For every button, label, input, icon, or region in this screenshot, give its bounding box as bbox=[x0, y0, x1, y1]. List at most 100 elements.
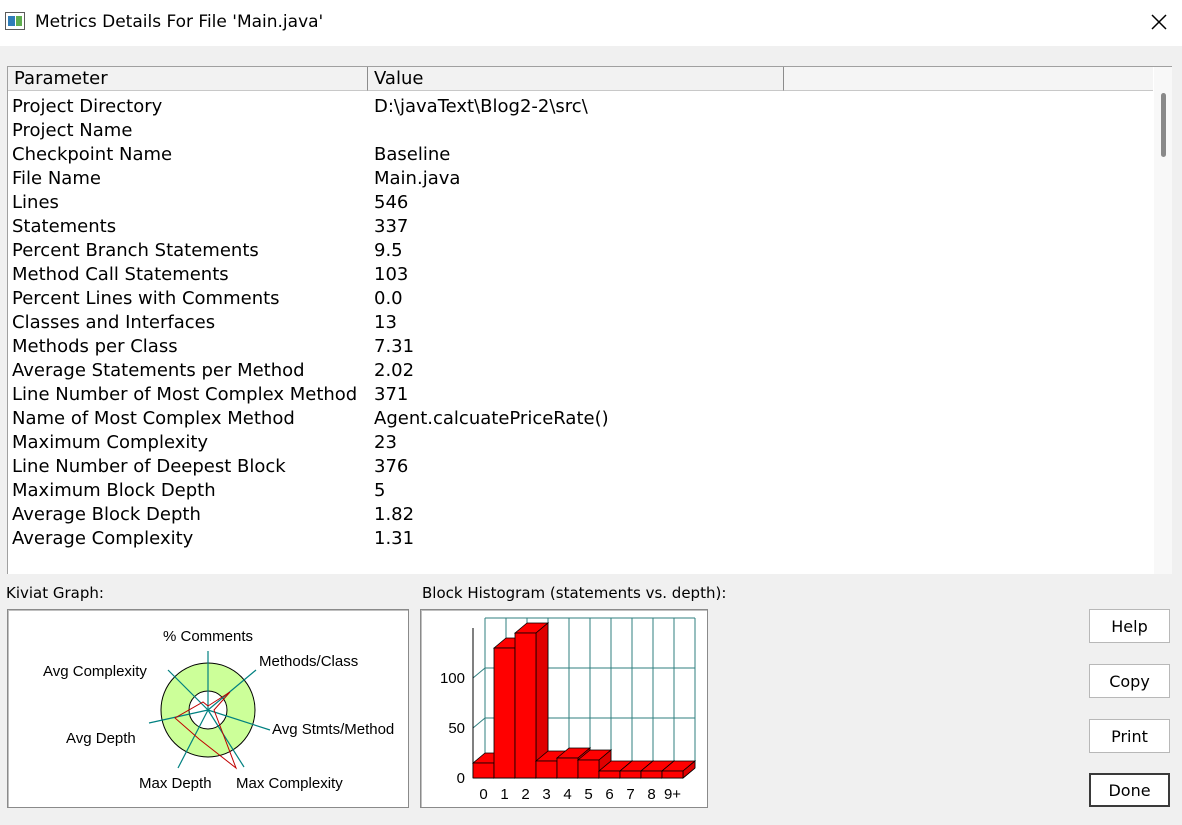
x-tick-label: 4 bbox=[563, 786, 571, 803]
table-row[interactable]: Average Complexity 1.31 bbox=[8, 527, 1154, 551]
y-tick-label: 50 bbox=[448, 720, 465, 737]
bar bbox=[493, 647, 516, 779]
x-tick-label: 0 bbox=[479, 786, 487, 803]
parameter-cell: Project Name bbox=[12, 120, 133, 141]
close-button[interactable] bbox=[1136, 0, 1182, 44]
value-cell: 1.31 bbox=[374, 528, 415, 549]
parameter-cell: Percent Branch Statements bbox=[12, 240, 259, 261]
parameter-cell: Statements bbox=[12, 216, 117, 237]
parameter-cell: Method Call Statements bbox=[12, 264, 229, 285]
done-button[interactable]: Done bbox=[1089, 773, 1170, 807]
close-icon bbox=[1151, 14, 1167, 30]
table-row[interactable]: Method Call Statements 103 bbox=[8, 263, 1154, 287]
grid-line bbox=[472, 717, 486, 729]
bar bbox=[661, 770, 684, 779]
value-cell: 546 bbox=[374, 192, 409, 213]
table-row[interactable]: Line Number of Deepest Block 376 bbox=[8, 455, 1154, 479]
parameter-cell: Classes and Interfaces bbox=[12, 312, 216, 333]
value-cell: 337 bbox=[374, 216, 409, 237]
title-bar: Metrics Details For File 'Main.java' bbox=[0, 0, 1182, 46]
x-tick-label: 9+ bbox=[664, 786, 681, 803]
value-cell: 7.31 bbox=[374, 336, 415, 357]
x-tick-label: 1 bbox=[500, 786, 508, 803]
y-tick-label: 0 bbox=[457, 770, 465, 787]
value-cell: 23 bbox=[374, 432, 397, 453]
value-cell: 5 bbox=[374, 480, 386, 501]
kiviat-label: Kiviat Graph: bbox=[6, 584, 104, 602]
table-row[interactable]: Project Name bbox=[8, 119, 1154, 143]
parameter-cell: Lines bbox=[12, 192, 59, 213]
value-cell: Agent.calcuatePriceRate() bbox=[374, 408, 609, 429]
table-row[interactable]: Name of Most Complex Method Agent.calcuat… bbox=[8, 407, 1154, 431]
kiviat-axis-label-avg-stmts: Avg Stmts/Method bbox=[272, 721, 394, 738]
x-tick-label: 2 bbox=[521, 786, 529, 803]
value-cell: Baseline bbox=[374, 144, 451, 165]
kiviat-panel: % Comments Methods/Class Avg Stmts/Metho… bbox=[7, 609, 409, 808]
table-row[interactable]: Maximum Block Depth 5 bbox=[8, 479, 1154, 503]
parameter-cell: Average Block Depth bbox=[12, 504, 201, 525]
table-row[interactable]: Methods per Class 7.31 bbox=[8, 335, 1154, 359]
value-cell: 0.0 bbox=[374, 288, 403, 309]
bar bbox=[598, 770, 621, 779]
x-tick-label: 8 bbox=[647, 786, 655, 803]
table-row[interactable]: Average Block Depth 1.82 bbox=[8, 503, 1154, 527]
table-row[interactable]: Line Number of Most Complex Method 371 bbox=[8, 383, 1154, 407]
table-row[interactable]: File Name Main.java bbox=[8, 167, 1154, 191]
bar bbox=[619, 770, 642, 779]
histogram-panel: 0 50 100 0 1 2 3 4 5 6 7 8 9+ bbox=[420, 609, 708, 808]
parameter-cell: Line Number of Most Complex Method bbox=[12, 384, 358, 405]
column-header-value[interactable]: Value bbox=[368, 67, 784, 91]
help-button[interactable]: Help bbox=[1089, 609, 1170, 643]
parameter-cell: Project Directory bbox=[12, 96, 163, 117]
window-title: Metrics Details For File 'Main.java' bbox=[35, 12, 324, 32]
parameter-cell: Methods per Class bbox=[12, 336, 178, 357]
value-cell: 13 bbox=[374, 312, 397, 333]
scrollbar-thumb[interactable] bbox=[1161, 93, 1166, 157]
bar bbox=[556, 757, 579, 779]
kiviat-axis-label-max-complexity: Max Complexity bbox=[236, 775, 343, 792]
x-tick-label: 3 bbox=[542, 786, 550, 803]
table-row[interactable]: Classes and Interfaces 13 bbox=[8, 311, 1154, 335]
table-row[interactable]: Maximum Complexity 23 bbox=[8, 431, 1154, 455]
table-row[interactable]: Project Directory D:\javaText\Blog2-2\src… bbox=[8, 95, 1154, 119]
bar bbox=[535, 760, 558, 779]
x-tick-label: 6 bbox=[605, 786, 613, 803]
parameter-cell: Line Number of Deepest Block bbox=[12, 456, 286, 477]
block-histogram: 0501000 1 2 3 4 5 6 7 8 9+ bbox=[440, 617, 697, 803]
bar bbox=[577, 759, 600, 779]
parameter-cell: Percent Lines with Comments bbox=[12, 288, 280, 309]
x-tick-label: 7 bbox=[626, 786, 634, 803]
bar bbox=[640, 770, 663, 779]
bar bbox=[472, 762, 495, 779]
table-row[interactable]: Percent Branch Statements 9.5 bbox=[8, 239, 1154, 263]
vertical-scrollbar[interactable] bbox=[1154, 67, 1172, 574]
value-cell bbox=[370, 119, 770, 143]
value-cell: 9.5 bbox=[374, 240, 403, 261]
app-icon bbox=[5, 12, 25, 30]
kiviat-graph: % Comments Methods/Class Avg Stmts/Metho… bbox=[43, 628, 394, 792]
kiviat-axis-label-methods-class: Methods/Class bbox=[259, 653, 358, 670]
table-header: Parameter Value bbox=[8, 67, 1154, 91]
column-header-empty[interactable] bbox=[784, 67, 1153, 91]
parameter-cell: Maximum Block Depth bbox=[12, 480, 216, 501]
column-header-parameter[interactable]: Parameter bbox=[8, 67, 368, 91]
table-row[interactable]: Statements 337 bbox=[8, 215, 1154, 239]
kiviat-axis-label-avg-depth: Avg Depth bbox=[66, 730, 136, 747]
histogram-label: Block Histogram (statements vs. depth): bbox=[422, 584, 727, 602]
table-row[interactable]: Percent Lines with Comments 0.0 bbox=[8, 287, 1154, 311]
grid-line bbox=[472, 667, 486, 679]
parameter-cell: File Name bbox=[12, 168, 101, 189]
table-row[interactable]: Checkpoint Name Baseline bbox=[8, 143, 1154, 167]
parameter-cell: Maximum Complexity bbox=[12, 432, 209, 453]
table-row[interactable]: Average Statements per Method 2.02 bbox=[8, 359, 1154, 383]
parameter-cell: Average Complexity bbox=[12, 528, 194, 549]
print-button[interactable]: Print bbox=[1089, 719, 1170, 753]
parameter-cell: Checkpoint Name bbox=[12, 144, 173, 165]
value-cell: 371 bbox=[374, 384, 409, 405]
kiviat-axis-label-avg-complexity: Avg Complexity bbox=[43, 663, 147, 680]
table-body: Project Directory D:\javaText\Blog2-2\src… bbox=[8, 95, 1154, 551]
parameter-cell: Average Statements per Method bbox=[12, 360, 305, 381]
value-cell: D:\javaText\Blog2-2\src\ bbox=[374, 96, 588, 117]
table-row[interactable]: Lines 546 bbox=[8, 191, 1154, 215]
copy-button[interactable]: Copy bbox=[1089, 664, 1170, 698]
